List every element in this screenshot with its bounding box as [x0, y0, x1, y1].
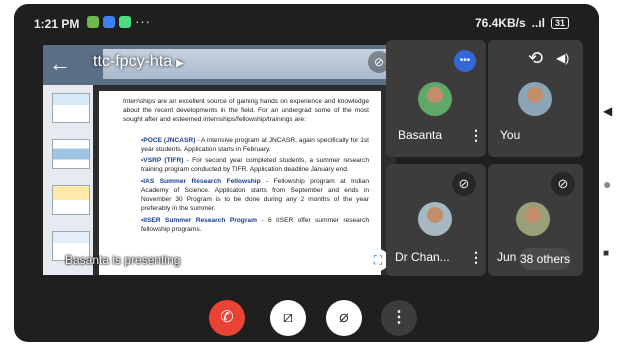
avatar [518, 82, 552, 116]
item-title: •IISER Summer Research Program [141, 216, 257, 224]
presenting-label: Basanta is presenting [65, 253, 181, 267]
meeting-title[interactable]: ttc-fpcy-hta ▶ [93, 53, 184, 71]
app-icon-photos [87, 16, 99, 28]
item-title: •IAS Summer Research Fellowship [141, 178, 261, 186]
item-title: •VSRP (TIFR) [141, 157, 184, 165]
more-notifications-icon: ··· [135, 14, 151, 29]
camera-switch-icon[interactable]: ⟲ [528, 48, 543, 69]
participant-tile-dr-chan[interactable]: ⊘ Dr Chan... ⋮ [386, 164, 486, 276]
participant-tile-you[interactable]: ⟲ ◀) You [488, 40, 583, 157]
battery-icon: 31 [550, 17, 569, 29]
slide-item: •IISER Summer Research Program - 6 IISER… [141, 217, 369, 235]
nav-back-icon[interactable]: ◀ [603, 104, 617, 118]
nav-home-icon[interactable]: ● [603, 176, 617, 192]
meeting-code: ttc-fpcy-hta [93, 53, 173, 70]
participant-name: Basanta [398, 128, 443, 142]
participant-name: Jun [497, 250, 517, 264]
slide-thumbnails [43, 85, 93, 275]
chevron-right-icon: ▶ [176, 58, 184, 69]
app-icon-chat [119, 16, 131, 28]
avatar [516, 202, 550, 236]
signal-icon: ..ıl [531, 16, 545, 30]
mic-toggle-button[interactable]: ⌀ [326, 300, 362, 336]
network-speed: 76.4KB/s [474, 16, 526, 30]
speaker-icon[interactable]: ◀) [556, 51, 569, 65]
slide-intro: Internships are an excellent source of g… [123, 98, 369, 123]
status-bar: 1:21 PM ··· 76.4KB/s ..ıl 31 [14, 4, 599, 40]
slide-thumbnail [52, 185, 90, 215]
slide-thumbnail [52, 93, 90, 123]
participant-tile-basanta[interactable]: ••• Basanta ⋮ [386, 40, 486, 157]
participant-name: You [500, 128, 521, 142]
slide-item: •IAS Summer Research Fellowship - Fellow… [141, 178, 369, 214]
avatar [418, 202, 452, 236]
status-right: 76.4KB/s ..ıl 31 [475, 16, 569, 30]
nav-recents-icon[interactable]: ■ [603, 248, 617, 259]
speaking-indicator-icon: ••• [454, 50, 476, 72]
back-arrow-icon[interactable]: ← [49, 51, 71, 77]
slide-content: Internships are an excellent source of g… [99, 91, 381, 275]
end-call-button[interactable]: ✆ [209, 300, 245, 336]
mic-off-icon: ⊘ [551, 172, 575, 196]
meet-screen: 1:21 PM ··· 76.4KB/s ..ıl 31 ← ttc-fpcy-… [14, 4, 599, 342]
more-options-button[interactable]: ⋮ [381, 300, 417, 336]
participant-name: Dr Chan... [395, 250, 450, 264]
others-count-badge[interactable]: 38 others [519, 248, 571, 270]
slide-item: •POCE (JNCASR) - A intensive program at … [141, 137, 369, 155]
app-icon-messages [103, 16, 115, 28]
mic-off-icon: ⊘ [452, 172, 476, 196]
camera-toggle-button[interactable]: ⧄ [270, 300, 306, 336]
slide-thumbnail [52, 139, 90, 169]
presentation-tile[interactable]: ← ttc-fpcy-hta ▶ ⊘ Internships are an exc… [43, 45, 396, 275]
item-title: •POCE (JNCASR) [141, 136, 196, 144]
avatar [418, 82, 452, 116]
participant-menu-icon[interactable]: ⋮ [469, 250, 483, 264]
status-time: 1:21 PM [34, 17, 80, 31]
notification-icons [87, 16, 131, 28]
participant-menu-icon[interactable]: ⋮ [469, 128, 483, 142]
slide-item: •VSRP (TIFR) - For second year completed… [141, 157, 369, 175]
